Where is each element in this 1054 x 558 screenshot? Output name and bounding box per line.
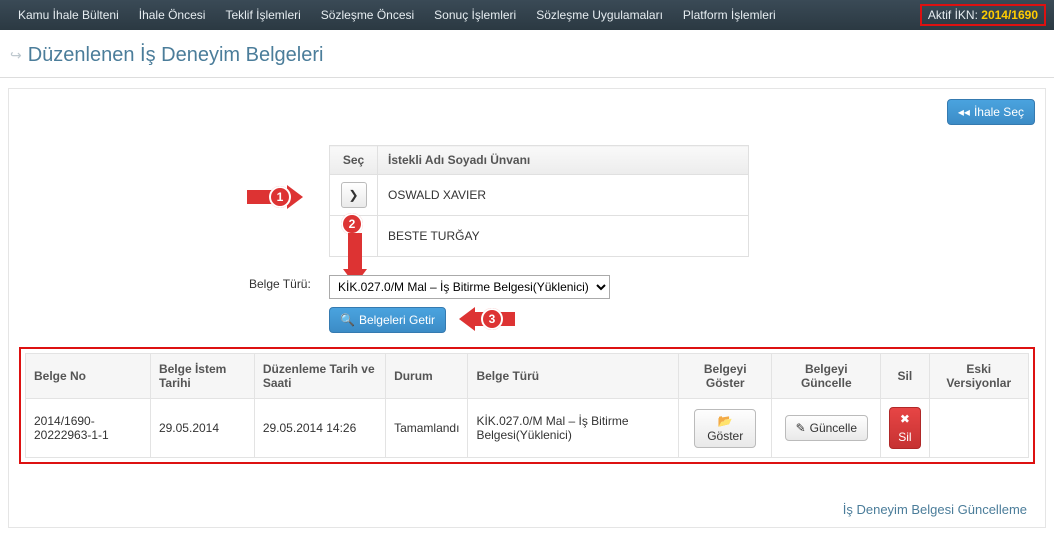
nav-item[interactable]: Sonuç İşlemleri bbox=[424, 8, 526, 22]
nav-item[interactable]: Sözleşme Uygulamaları bbox=[526, 8, 673, 22]
delete-document-button[interactable]: ✖ Sil bbox=[889, 407, 920, 449]
nav-item[interactable]: Teklif İşlemleri bbox=[215, 8, 310, 22]
belgeleri-getir-button[interactable]: 🔍 Belgeleri Getir bbox=[329, 307, 446, 333]
results-table: Belge No Belge İstem Tarihi Düzenleme Ta… bbox=[25, 353, 1029, 458]
results-highlight-box: Belge No Belge İstem Tarihi Düzenleme Ta… bbox=[19, 347, 1035, 464]
col-belge-no: Belge No bbox=[26, 354, 151, 399]
col-name: İstekli Adı Soyadı Ünvanı bbox=[378, 146, 749, 175]
col-duzen-tarih: Düzenleme Tarih ve Saati bbox=[254, 354, 385, 399]
nav-item[interactable]: Sözleşme Öncesi bbox=[311, 8, 424, 22]
close-icon: ✖ bbox=[900, 412, 910, 426]
annotation-3: 3 bbox=[481, 308, 503, 330]
applicant-table: Seç İstekli Adı Soyadı Ünvanı ❯ OSWALD X… bbox=[329, 145, 749, 257]
rewind-icon: ◂◂ bbox=[958, 105, 970, 119]
page-title-row: ↪ Düzenlenen İş Deneyim Belgeleri bbox=[0, 30, 1054, 78]
annotation-1: 1 bbox=[269, 186, 291, 208]
col-belge-turu: Belge Türü bbox=[468, 354, 679, 399]
content-panel: ◂◂ İhale Seç 1 2 Seç İstekli Adı bbox=[8, 88, 1046, 528]
ikn-value: 2014/1690 bbox=[981, 8, 1038, 22]
update-document-button[interactable]: ✎ Güncelle bbox=[785, 415, 868, 441]
select-row-button[interactable]: ❯ bbox=[341, 182, 367, 208]
table-row: ❯ OSWALD XAVIER bbox=[330, 175, 749, 216]
show-label: Göster bbox=[707, 429, 743, 443]
footer-update-link[interactable]: İş Deneyim Belgesi Güncelleme bbox=[843, 502, 1027, 517]
cell-istem-tarihi: 29.05.2014 bbox=[150, 399, 254, 458]
table-row: ❯ BESTE TURĞAY bbox=[330, 216, 749, 257]
page-title: Düzenlenen İş Deneyim Belgeleri bbox=[28, 44, 324, 67]
edit-icon: ✎ bbox=[796, 421, 806, 435]
ihale-sec-label: İhale Seç bbox=[974, 105, 1024, 119]
ikn-label: Aktif İKN: bbox=[928, 8, 981, 22]
ihale-sec-button[interactable]: ◂◂ İhale Seç bbox=[947, 99, 1035, 125]
col-istem-tarihi: Belge İstem Tarihi bbox=[150, 354, 254, 399]
cell-eski bbox=[929, 399, 1028, 458]
belgeleri-getir-label: Belgeleri Getir bbox=[359, 313, 435, 327]
update-label: Güncelle bbox=[810, 421, 857, 435]
doc-type-select[interactable]: KİK.027.0/M Mal – İş Bitirme Belgesi(Yük… bbox=[329, 275, 610, 299]
cell-belge-turu: KİK.027.0/M Mal – İş Bitirme Belgesi(Yük… bbox=[468, 399, 679, 458]
selection-area: 1 2 Seç İstekli Adı Soyadı Ünvanı bbox=[329, 145, 1035, 333]
top-nav: Kamu İhale Bülteni İhale Öncesi Teklif İ… bbox=[0, 0, 1054, 30]
nav-item[interactable]: İhale Öncesi bbox=[129, 8, 216, 22]
col-durum: Durum bbox=[386, 354, 468, 399]
search-icon: 🔍 bbox=[340, 313, 355, 327]
chevron-right-icon: ❯ bbox=[348, 188, 358, 202]
nav-item[interactable]: Platform İşlemleri bbox=[673, 8, 786, 22]
nav-item[interactable]: Kamu İhale Bülteni bbox=[8, 8, 129, 22]
col-eski: Eski Versiyonlar bbox=[929, 354, 1028, 399]
cell-duzen-tarih: 29.05.2014 14:26 bbox=[254, 399, 385, 458]
active-ikn-box: Aktif İKN: 2014/1690 bbox=[920, 4, 1046, 26]
applicant-name: BESTE TURĞAY bbox=[378, 216, 749, 257]
folder-open-icon: 📂 bbox=[718, 414, 733, 428]
doc-type-label: Belge Türü: bbox=[249, 277, 311, 291]
col-sec: Seç bbox=[330, 146, 378, 175]
col-goster: Belgeyi Göster bbox=[679, 354, 772, 399]
table-row: 2014/1690-20222963-1-1 29.05.2014 29.05.… bbox=[26, 399, 1029, 458]
cell-durum: Tamamlandı bbox=[386, 399, 468, 458]
applicant-name: OSWALD XAVIER bbox=[378, 175, 749, 216]
cell-belge-no: 2014/1690-20222963-1-1 bbox=[26, 399, 151, 458]
breadcrumb-icon: ↪ bbox=[10, 47, 22, 64]
delete-label: Sil bbox=[898, 430, 911, 444]
col-guncelle: Belgeyi Güncelle bbox=[772, 354, 881, 399]
show-document-button[interactable]: 📂 Göster bbox=[694, 409, 756, 448]
col-sil: Sil bbox=[881, 354, 929, 399]
